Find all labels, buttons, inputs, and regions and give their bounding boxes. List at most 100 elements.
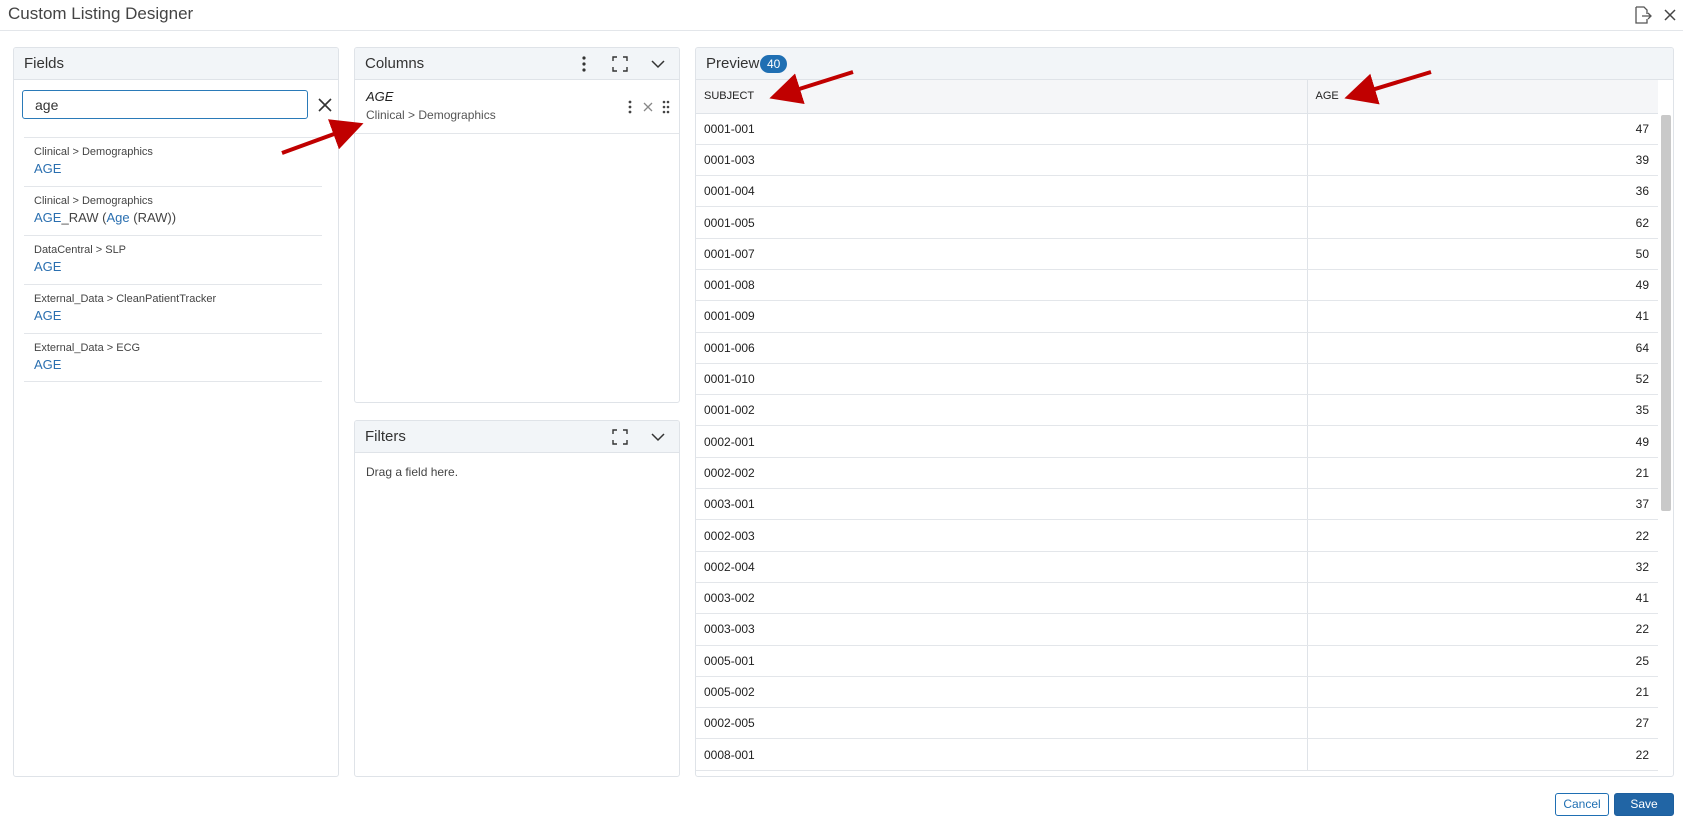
table-row[interactable]: 0002-003 22 bbox=[696, 519, 1658, 552]
title-bar-actions bbox=[1633, 6, 1677, 24]
field-name-suffix: _RAW ( bbox=[61, 210, 107, 225]
subject-cell: 0002-003 bbox=[696, 519, 1308, 552]
subject-cell: 0008-001 bbox=[696, 738, 1308, 771]
subject-cell: 0001-005 bbox=[696, 206, 1308, 239]
age-cell: 25 bbox=[1307, 645, 1658, 677]
age-cell: 41 bbox=[1307, 300, 1658, 333]
field-item[interactable]: Clinical > Demographics AGE bbox=[24, 137, 322, 186]
column-header-subject[interactable]: SUBJECT bbox=[696, 80, 1308, 114]
column-name: AGE bbox=[366, 89, 394, 104]
preview-grid: SUBJECT AGE 0001-001 47 0001-003 39 0001-004… bbox=[696, 80, 1658, 776]
table-row[interactable]: 0005-001 25 bbox=[696, 645, 1658, 677]
table-row[interactable]: 0001-006 64 bbox=[696, 332, 1658, 364]
field-item[interactable]: External_Data > CleanPatientTracker AGE bbox=[24, 284, 322, 333]
fields-panel: Fields Clinical > Demographics AGE Clini… bbox=[13, 47, 339, 777]
table-row[interactable]: 0002-001 49 bbox=[696, 425, 1658, 458]
table-row[interactable]: 0008-001 22 bbox=[696, 738, 1658, 771]
field-path: External_Data > ECG bbox=[34, 342, 141, 354]
table-row[interactable]: 0001-007 50 bbox=[696, 238, 1658, 270]
age-cell: 21 bbox=[1307, 457, 1658, 490]
filters-collapse-chevron-icon[interactable] bbox=[643, 426, 673, 448]
subject-cell: 0002-002 bbox=[696, 457, 1308, 490]
table-row[interactable]: 0002-005 27 bbox=[696, 707, 1658, 740]
columns-expand-icon[interactable] bbox=[605, 53, 635, 75]
preview-scrollbar[interactable] bbox=[1661, 115, 1671, 511]
age-cell: 39 bbox=[1307, 144, 1658, 177]
subject-cell: 0001-002 bbox=[696, 394, 1308, 427]
age-cell: 37 bbox=[1307, 488, 1658, 521]
table-row[interactable]: 0003-001 37 bbox=[696, 488, 1658, 521]
table-row[interactable]: 0001-003 39 bbox=[696, 144, 1658, 177]
preview-panel: Preview 40 SUBJECT AGE 0001-001 47 0001-00… bbox=[695, 47, 1674, 777]
preview-panel-title: Preview bbox=[706, 55, 760, 72]
field-item[interactable]: Clinical > Demographics AGE_RAW (Age (RA… bbox=[24, 186, 322, 235]
subject-cell: 0003-001 bbox=[696, 488, 1308, 521]
age-cell: 35 bbox=[1307, 394, 1658, 427]
table-row[interactable]: 0001-004 36 bbox=[696, 175, 1658, 208]
age-cell: 36 bbox=[1307, 175, 1658, 208]
age-cell: 32 bbox=[1307, 551, 1658, 583]
field-search-input[interactable] bbox=[23, 91, 307, 118]
field-list: Clinical > Demographics AGE Clinical > D… bbox=[24, 137, 322, 382]
column-more-icon[interactable] bbox=[623, 98, 637, 116]
age-cell: 62 bbox=[1307, 206, 1658, 239]
age-cell: 27 bbox=[1307, 707, 1658, 740]
save-button[interactable]: Save bbox=[1614, 793, 1674, 816]
field-name: AGE bbox=[34, 308, 62, 323]
age-cell: 22 bbox=[1307, 738, 1658, 771]
field-item[interactable]: DataCentral > SLP AGE bbox=[24, 235, 322, 284]
field-path: External_Data > CleanPatientTracker bbox=[34, 293, 217, 305]
table-row[interactable]: 0001-001 47 bbox=[696, 113, 1658, 145]
age-cell: 50 bbox=[1307, 238, 1658, 270]
export-icon[interactable] bbox=[1633, 6, 1653, 24]
subject-cell: 0001-003 bbox=[696, 144, 1308, 177]
table-row[interactable]: 0001-010 52 bbox=[696, 363, 1658, 396]
field-name: AGE bbox=[34, 161, 62, 176]
subject-cell: 0002-001 bbox=[696, 425, 1308, 458]
subject-cell: 0001-010 bbox=[696, 363, 1308, 396]
cancel-button[interactable]: Cancel bbox=[1555, 793, 1609, 816]
field-path: DataCentral > SLP bbox=[34, 244, 127, 256]
filters-expand-icon[interactable] bbox=[605, 426, 635, 448]
fields-panel-title: Fields bbox=[24, 55, 65, 72]
filters-panel: Filters Drag a field here. bbox=[354, 420, 680, 777]
column-header-age[interactable]: AGE bbox=[1307, 80, 1658, 114]
table-row[interactable]: 0001-002 35 bbox=[696, 394, 1658, 427]
column-remove-icon[interactable] bbox=[641, 98, 655, 116]
columns-collapse-chevron-icon[interactable] bbox=[643, 53, 673, 75]
table-row[interactable]: 0001-009 41 bbox=[696, 300, 1658, 333]
table-row[interactable]: 0003-003 22 bbox=[696, 613, 1658, 646]
field-name: AGE bbox=[34, 259, 62, 274]
table-row[interactable]: 0005-002 21 bbox=[696, 676, 1658, 709]
subject-cell: 0001-007 bbox=[696, 238, 1308, 270]
subject-cell: 0002-004 bbox=[696, 551, 1308, 583]
age-cell: 22 bbox=[1307, 613, 1658, 646]
subject-cell: 0001-001 bbox=[696, 113, 1308, 145]
subject-cell: 0005-002 bbox=[696, 676, 1308, 709]
age-cell: 64 bbox=[1307, 332, 1658, 364]
table-row[interactable]: 0002-004 32 bbox=[696, 551, 1658, 583]
columns-panel: Columns AGE Clinical > Demographics bbox=[354, 47, 680, 403]
columns-panel-title: Columns bbox=[365, 55, 425, 72]
close-icon[interactable] bbox=[1663, 8, 1677, 22]
subject-cell: 0001-006 bbox=[696, 332, 1308, 364]
subject-cell: 0003-002 bbox=[696, 582, 1308, 615]
preview-panel-header: Preview 40 bbox=[696, 48, 1673, 80]
clear-search-icon[interactable] bbox=[316, 96, 334, 114]
field-search-box[interactable] bbox=[22, 90, 308, 119]
filters-panel-title: Filters bbox=[365, 428, 406, 445]
filter-drop-hint[interactable]: Drag a field here. bbox=[366, 465, 458, 479]
age-cell: 49 bbox=[1307, 425, 1658, 458]
subject-cell: 0001-004 bbox=[696, 175, 1308, 208]
preview-count-badge: 40 bbox=[760, 55, 788, 73]
columns-more-icon[interactable] bbox=[569, 53, 599, 75]
field-item[interactable]: External_Data > ECG AGE bbox=[24, 333, 322, 382]
table-row[interactable]: 0001-008 49 bbox=[696, 269, 1658, 302]
column-drag-handle-icon[interactable] bbox=[659, 98, 673, 116]
table-row[interactable]: 0002-002 21 bbox=[696, 457, 1658, 490]
column-item[interactable]: AGE Clinical > Demographics bbox=[355, 80, 679, 134]
field-name: AGE_RAW (Age (RAW)) bbox=[34, 210, 312, 225]
table-row[interactable]: 0001-005 62 bbox=[696, 206, 1658, 239]
field-path: Clinical > Demographics bbox=[34, 146, 153, 158]
table-row[interactable]: 0003-002 41 bbox=[696, 582, 1658, 615]
